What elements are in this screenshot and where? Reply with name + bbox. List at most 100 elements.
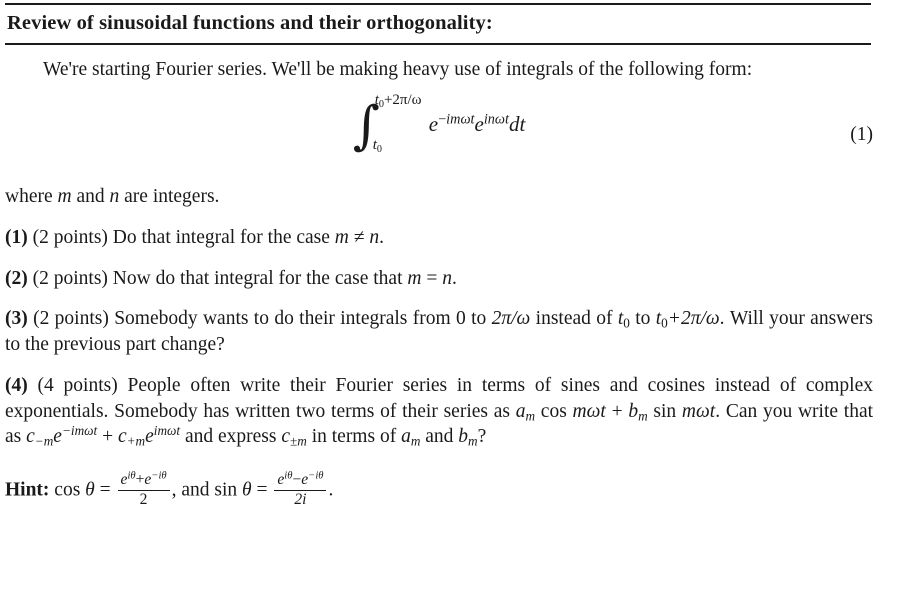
coef-c-pm-subscript: ±m <box>289 434 307 450</box>
exp-term-one: e <box>53 426 62 448</box>
integral-upper-limit: t0+2π/ω <box>375 92 422 109</box>
hint-sin-num-e2-exp: −iθ <box>308 470 324 482</box>
exp-term-two-exponent: imωt <box>153 423 181 439</box>
where-var-m: m <box>57 186 72 208</box>
coef-c-pm: c <box>281 426 290 448</box>
hint-cos-denominator: 2 <box>139 490 148 508</box>
problem-item-2: (2) (2 points) Now do that integral for … <box>5 266 873 292</box>
where-suffix: are integers. <box>119 186 220 208</box>
hint-label: Hint: <box>5 479 50 501</box>
problem-1-relation: ≠ <box>353 227 365 249</box>
problem-item-1: (1) (2 points) Do that integral for the … <box>5 225 873 251</box>
sine-operator: sin <box>653 400 677 422</box>
problem-1-text: Do that integral for the case <box>107 227 335 249</box>
exponential-two-exponent: inωt <box>483 111 509 128</box>
final-coef-a-subscript: m <box>410 434 421 450</box>
problem-3-segment-3: to <box>629 308 656 330</box>
upper-limit-rest: +2π/ω <box>383 92 422 109</box>
problem-3-t0-subscript: 0 <box>623 316 630 332</box>
title-rule-bottom <box>5 42 871 45</box>
hint-theta-one: θ <box>85 479 95 501</box>
problem-3-segment-1: Somebody wants to do their integrals fro… <box>108 308 492 330</box>
hint-sin-operator: sin <box>214 479 238 501</box>
where-clause: where m and n are integers. <box>5 184 873 210</box>
exponential-two: e <box>474 111 484 136</box>
page-title: Review of sinusoidal functions and their… <box>7 12 493 34</box>
hint-cos-num-e1-exp: iθ <box>127 470 136 482</box>
intro-paragraph: We're starting Fourier series. We'll be … <box>43 58 753 80</box>
hint-equals-one: = <box>94 479 116 501</box>
hint-cos-numerator: eiθ+e−iθ <box>117 470 170 491</box>
problem-4-plus-2: + <box>97 426 118 448</box>
hint-equals-two: = <box>251 479 273 501</box>
hint-sin-fraction: eiθ−e−iθ 2i <box>274 470 327 508</box>
problem-4-segment-4: in terms of <box>306 426 402 448</box>
problem-4-segment-6: ? <box>477 426 487 448</box>
final-coef-b: b <box>458 426 469 448</box>
where-prefix: where <box>5 186 58 208</box>
problem-3-number: (3) <box>5 308 28 330</box>
where-middle: and <box>71 186 110 208</box>
final-coef-a: a <box>401 426 411 448</box>
problem-4-coef-a-subscript: m <box>525 408 536 424</box>
problem-1-number: (1) <box>5 227 28 249</box>
exp-term-one-exponent: −imωt <box>61 423 98 439</box>
hint-final-period: . <box>328 479 334 501</box>
hint-theta-two: θ <box>242 479 252 501</box>
problem-4-number: (4) <box>5 374 28 396</box>
problem-3-math-period: 2π/ω <box>491 308 531 330</box>
problem-4-plus-1: + <box>605 400 629 422</box>
problem-2-math-n: n <box>442 267 452 289</box>
hint-paragraph: Hint: cos θ = eiθ+e−iθ 2, and sin θ = eiθ… <box>5 470 873 508</box>
problem-4-points: (4 points) <box>37 374 118 396</box>
hint-cos-num-e2-exp: −iθ <box>151 470 167 482</box>
exponential-one: e <box>428 111 439 136</box>
problem-4-coef-b: b <box>628 400 639 422</box>
exp-term-two: e <box>145 426 154 448</box>
problem-2-number: (2) <box>5 267 28 289</box>
hint-sin-num-minus: − <box>292 471 302 489</box>
hint-middle-text: , and <box>171 479 215 501</box>
final-coef-b-subscript: m <box>468 434 478 450</box>
cosine-argument: mωt <box>572 400 606 422</box>
coef-c-minus-subscript: −m <box>34 434 54 450</box>
hint-cos-operator: cos <box>54 479 81 501</box>
coef-c-minus: c <box>26 426 35 448</box>
equation-expression: ∫ t0+2π/ω t0 e−imωteinωtdt <box>5 92 873 154</box>
problem-3-t0b-subscript: 0 <box>661 316 668 332</box>
problem-item-4: (4) (4 points) People often write their … <box>5 373 873 450</box>
integral-lower-limit: t0 <box>373 137 382 154</box>
hint-sin-numerator: eiθ−e−iθ <box>274 470 327 491</box>
hint-sin-denominator: 2i <box>294 490 307 508</box>
problem-4-coef-b-subscript: m <box>638 408 648 424</box>
problem-4-segment-3: and express <box>180 426 282 448</box>
problem-1-math-m: m <box>334 227 349 249</box>
lower-limit-subscript: 0 <box>376 144 382 156</box>
problem-4-coef-a: a <box>515 400 526 422</box>
document-content: Review of sinusoidal functions and their… <box>5 0 873 508</box>
problem-1-math-n: n <box>369 227 380 249</box>
coef-c-plus: c <box>117 426 127 448</box>
differential-dt: dt <box>508 111 526 136</box>
cosine-operator: cos <box>540 400 567 422</box>
exponential-one-exponent: −imωt <box>438 111 474 127</box>
exponent-one-body: imωt <box>446 111 475 128</box>
where-var-n: n <box>109 186 120 208</box>
problem-2-relation: = <box>426 267 438 289</box>
integrand-expression: e−imωteinωtdt <box>429 112 526 137</box>
problem-3-segment-2: instead of <box>530 308 618 330</box>
problem-item-3: (3) (2 points) Somebody wants to do thei… <box>5 306 873 357</box>
equation-number: (1) <box>850 124 873 146</box>
hint-cos-fraction: eiθ+e−iθ 2 <box>117 470 170 508</box>
problem-2-period: . <box>451 267 457 289</box>
problem-2-points: (2 points) <box>32 267 108 289</box>
coef-c-plus-subscript: +m <box>126 434 146 450</box>
problem-3-t0b-rest: +2π/ω <box>667 308 720 330</box>
problem-2-math-m: m <box>407 267 422 289</box>
sine-argument: mωt <box>681 400 716 422</box>
display-equation: ∫ t0+2π/ω t0 e−imωteinωtdt (1) <box>5 92 873 170</box>
problem-1-points: (2 points) <box>32 227 108 249</box>
problem-3-points: (2 points) <box>33 308 109 330</box>
problem-4-segment-5: and <box>420 426 459 448</box>
document-page: Review of sinusoidal functions and their… <box>0 0 916 595</box>
